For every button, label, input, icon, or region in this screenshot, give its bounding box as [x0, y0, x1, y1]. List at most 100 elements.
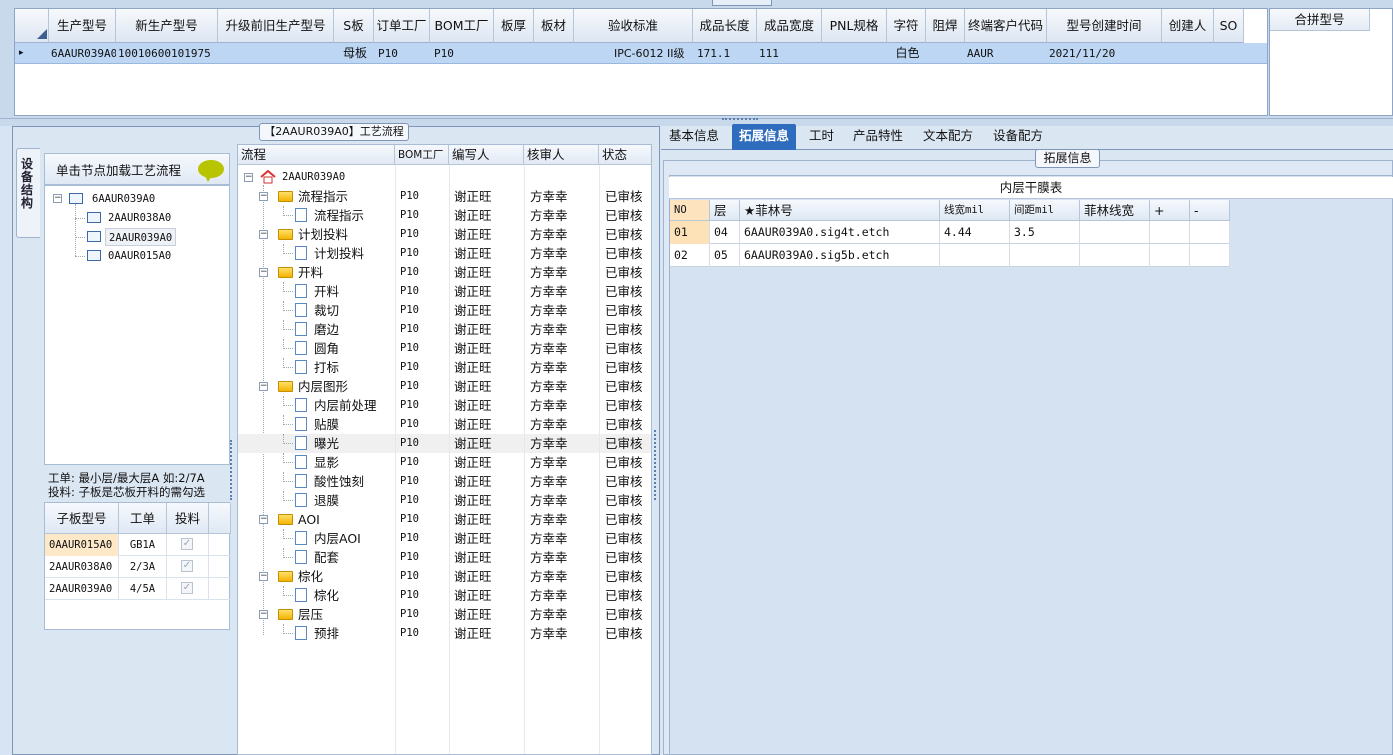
column-header[interactable]: BOM工厂	[395, 145, 449, 165]
collapse-toggle-icon[interactable]: −	[259, 230, 268, 239]
process-row[interactable]: 预排 P10 谢正旺 方幸幸 已审核	[238, 624, 651, 643]
process-row[interactable]: − AOI P10 谢正旺 方幸幸 已审核	[238, 510, 651, 529]
tab-2[interactable]: 工时	[802, 124, 841, 150]
column-header[interactable]: 间距mil	[1010, 200, 1080, 221]
column-header[interactable]: 线宽mil	[940, 200, 1010, 221]
process-row[interactable]: 开料 P10 谢正旺 方幸幸 已审核	[238, 282, 651, 301]
column-header[interactable]: 终端客户代码	[965, 9, 1047, 43]
column-header[interactable]: 成品长度	[693, 9, 757, 43]
vertical-splitter-left[interactable]	[230, 440, 236, 500]
collapse-toggle-icon[interactable]: −	[259, 515, 268, 524]
column-header[interactable]: 板厚	[494, 9, 534, 43]
tree-connector	[283, 548, 284, 558]
column-header[interactable]: 板材	[534, 9, 574, 43]
column-header[interactable]: SO	[1214, 9, 1244, 43]
status-cell: 已审核	[605, 436, 643, 451]
column-header[interactable]: 字符	[887, 9, 926, 43]
process-row[interactable]: 圆角 P10 谢正旺 方幸幸 已审核	[238, 339, 651, 358]
process-row[interactable]: − 计划投料 P10 谢正旺 方幸幸 已审核	[238, 225, 651, 244]
tab-3[interactable]: 产品特性	[846, 124, 910, 150]
process-row[interactable]: 显影 P10 谢正旺 方幸幸 已审核	[238, 453, 651, 472]
table-row[interactable]: 0AAUR015A0 GB1A ✓	[45, 534, 231, 556]
column-header[interactable]: NO	[670, 200, 710, 221]
side-tab-label[interactable]: 设备结构	[19, 158, 35, 210]
column-header[interactable]: 阻焊	[926, 9, 965, 43]
process-row[interactable]: 流程指示 P10 谢正旺 方幸幸 已审核	[238, 206, 651, 225]
process-row[interactable]: 棕化 P10 谢正旺 方幸幸 已审核	[238, 586, 651, 605]
process-row[interactable]: − 层压 P10 谢正旺 方幸幸 已审核	[238, 605, 651, 624]
collapse-toggle-icon[interactable]: −	[244, 173, 253, 182]
column-header[interactable]: PNL规格	[822, 9, 887, 43]
column-header[interactable]: BOM工厂	[430, 9, 494, 43]
film-row[interactable]: 02 05 6AAUR039A0.sig5b.etch	[670, 244, 1230, 267]
column-header[interactable]: -	[1190, 200, 1230, 221]
merge-model-header[interactable]: 合拼型号	[1270, 9, 1370, 31]
column-header[interactable]: 工单	[119, 503, 167, 534]
top-collapse-tab[interactable]	[712, 0, 772, 6]
column-header[interactable]: 层	[710, 200, 740, 221]
checkbox[interactable]: ✓	[181, 582, 193, 594]
document-icon	[295, 341, 307, 355]
tab-0[interactable]: 基本信息	[662, 124, 726, 150]
tree-node[interactable]: 2AAUR039A0	[105, 228, 177, 246]
process-row[interactable]: 贴膜 P10 谢正旺 方幸幸 已审核	[238, 415, 651, 434]
column-divider	[524, 165, 525, 754]
splitter-grip[interactable]	[722, 118, 758, 122]
process-row[interactable]: 内层前处理 P10 谢正旺 方幸幸 已审核	[238, 396, 651, 415]
column-header[interactable]: 验收标准	[574, 9, 693, 43]
tab-1[interactable]: 拓展信息	[732, 124, 797, 150]
column-header[interactable]: 流程	[238, 145, 395, 165]
column-header[interactable]: 菲林线宽	[1080, 200, 1150, 221]
process-row[interactable]: 裁切 P10 谢正旺 方幸幸 已审核	[238, 301, 651, 320]
process-row[interactable]: 曝光 P10 谢正旺 方幸幸 已审核	[238, 434, 651, 453]
column-header[interactable]: 核审人	[524, 145, 599, 165]
process-row[interactable]: 磨边 P10 谢正旺 方幸幸 已审核	[238, 320, 651, 339]
table-row[interactable]: 2AAUR039A0 4/5A ✓	[45, 578, 231, 600]
table-row[interactable]: ▸ 6AAUR039A0 10010600101975 母板 P10 P10 IPC-601…	[15, 43, 1267, 64]
collapse-toggle-icon[interactable]: −	[259, 382, 268, 391]
column-header[interactable]: 投料	[167, 503, 209, 534]
collapse-toggle-icon[interactable]: −	[259, 192, 268, 201]
column-header[interactable]: 子板型号	[45, 503, 119, 534]
process-row[interactable]: 计划投料 P10 谢正旺 方幸幸 已审核	[238, 244, 651, 263]
process-row[interactable]: − 内层图形 P10 谢正旺 方幸幸 已审核	[238, 377, 651, 396]
column-header[interactable]: 编写人	[449, 145, 524, 165]
column-header[interactable]: +	[1150, 200, 1190, 221]
tree-node[interactable]: 2AAUR038A0	[105, 209, 174, 227]
column-header[interactable]: 生产型号	[49, 9, 116, 43]
collapse-toggle-icon[interactable]: −	[259, 572, 268, 581]
column-header[interactable]: 订单工厂	[374, 9, 430, 43]
reviewer-cell: 方幸幸	[530, 512, 568, 527]
column-header[interactable]: 创建人	[1162, 9, 1214, 43]
collapse-toggle-icon[interactable]: −	[259, 268, 268, 277]
process-row[interactable]: 内层AOI P10 谢正旺 方幸幸 已审核	[238, 529, 651, 548]
process-row[interactable]: − 流程指示 P10 谢正旺 方幸幸 已审核	[238, 187, 651, 206]
process-name: 磨边	[314, 322, 340, 337]
column-header[interactable]: 状态	[599, 145, 651, 165]
column-header[interactable]: 成品宽度	[757, 9, 822, 43]
tab-4[interactable]: 文本配方	[916, 124, 980, 150]
column-header[interactable]: 升级前旧生产型号	[218, 9, 334, 43]
collapse-toggle-icon[interactable]: −	[53, 194, 62, 203]
checkbox[interactable]: ✓	[181, 538, 193, 550]
vertical-splitter-right[interactable]	[654, 430, 660, 500]
film-row[interactable]: 01 04 6AAUR039A0.sig4t.etch 4.44 3.5	[670, 221, 1230, 244]
checkbox[interactable]: ✓	[181, 560, 193, 572]
process-row[interactable]: 配套 P10 谢正旺 方幸幸 已审核	[238, 548, 651, 567]
collapse-toggle-icon[interactable]: −	[259, 610, 268, 619]
process-row[interactable]: − 开料 P10 谢正旺 方幸幸 已审核	[238, 263, 651, 282]
column-header[interactable]: 型号创建时间	[1047, 9, 1162, 43]
process-row[interactable]: 打标 P10 谢正旺 方幸幸 已审核	[238, 358, 651, 377]
tree-node[interactable]: 6AAUR039A0	[89, 190, 158, 208]
tab-5[interactable]: 设备配方	[986, 124, 1050, 150]
process-row[interactable]: − 棕化 P10 谢正旺 方幸幸 已审核	[238, 567, 651, 586]
column-header[interactable]: 新生产型号	[116, 9, 218, 43]
process-row[interactable]: 退膜 P10 谢正旺 方幸幸 已审核	[238, 491, 651, 510]
column-header[interactable]: ★菲林号	[740, 200, 940, 221]
column-header[interactable]: S板	[334, 9, 374, 43]
process-row[interactable]: 酸性蚀刻 P10 谢正旺 方幸幸 已审核	[238, 472, 651, 491]
reviewer-cell: 方幸幸	[530, 379, 568, 394]
tree-root-row[interactable]: − 2AAUR039A0	[238, 168, 651, 187]
table-row[interactable]: 2AAUR038A0 2/3A ✓	[45, 556, 231, 578]
tree-node[interactable]: 0AAUR015A0	[105, 247, 174, 265]
